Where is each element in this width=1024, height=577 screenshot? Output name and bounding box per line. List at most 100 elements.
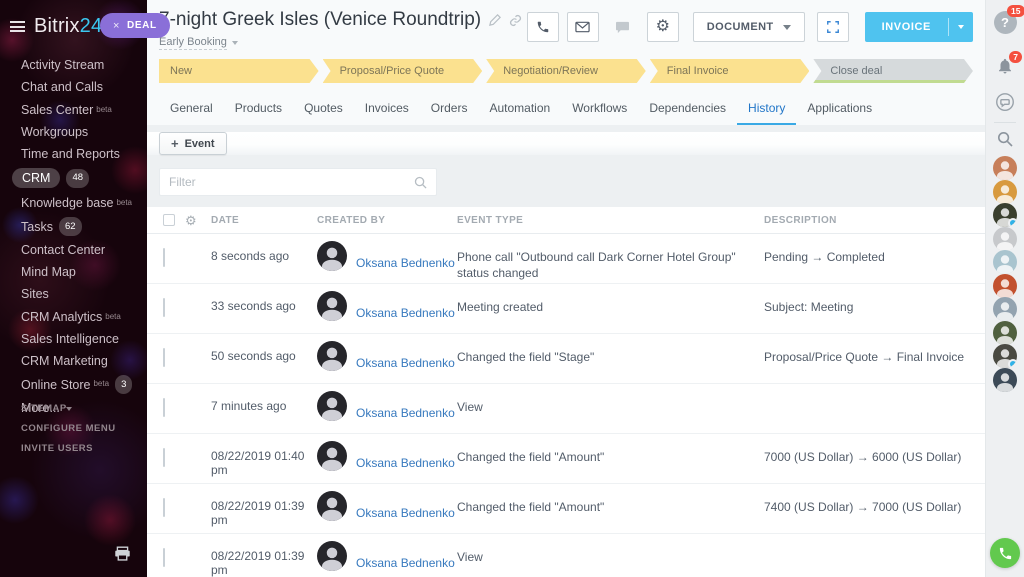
tab-workflows[interactable]: Workflows: [561, 92, 638, 125]
column-event-type[interactable]: EVENT TYPE: [457, 215, 764, 226]
pipeline-stage-negotiation-review[interactable]: Negotiation/Review: [486, 59, 646, 83]
avatar[interactable]: [317, 291, 347, 321]
fullscreen-button[interactable]: [817, 12, 849, 42]
sidebar-item-crm-analytics[interactable]: CRM Analyticsbeta: [0, 305, 147, 328]
row-drag-handle[interactable]: [185, 484, 211, 533]
row-checkbox[interactable]: [163, 298, 165, 317]
sidebar-item-workgroups[interactable]: Workgroups: [0, 121, 147, 143]
rail-avatar[interactable]: [993, 274, 1017, 298]
rail-avatar[interactable]: [993, 344, 1017, 368]
sidebar-item-chat-and-calls[interactable]: Chat and Calls: [0, 76, 147, 98]
network-chat-button[interactable]: [994, 91, 1016, 113]
edit-pencil-icon[interactable]: [489, 14, 501, 26]
notifications-button[interactable]: 7: [996, 57, 1014, 75]
select-all-checkbox[interactable]: [163, 214, 175, 226]
tab-history[interactable]: History: [737, 92, 796, 125]
tab-orders[interactable]: Orders: [420, 92, 479, 125]
sidebar-item-activity-stream[interactable]: Activity Stream: [0, 54, 147, 76]
tab-automation[interactable]: Automation: [478, 92, 561, 125]
table-settings-gear-icon[interactable]: ⚙: [185, 214, 211, 227]
sidebar-item-crm-marketing[interactable]: CRM Marketing: [0, 350, 147, 372]
rail-avatar[interactable]: [993, 297, 1017, 321]
row-drag-handle[interactable]: [185, 284, 211, 333]
sidebar-item-sales-intelligence[interactable]: Sales Intelligence: [0, 328, 147, 350]
add-event-button[interactable]: + Event: [159, 132, 227, 155]
search-icon[interactable]: [414, 176, 427, 189]
printer-icon[interactable]: [114, 546, 131, 567]
sidebar-item-sales-center[interactable]: Sales Centerbeta: [0, 98, 147, 121]
pipeline-stage-close-deal[interactable]: Close deal: [813, 59, 973, 83]
sidebar-item-mind-map[interactable]: Mind Map: [0, 261, 147, 283]
sidebar-item-tasks[interactable]: Tasks62: [0, 214, 147, 239]
user-link[interactable]: Oksana Bednenko: [356, 356, 455, 383]
filter-input[interactable]: [169, 175, 414, 189]
tab-invoices[interactable]: Invoices: [354, 92, 420, 125]
row-drag-handle[interactable]: [185, 384, 211, 433]
filter-box[interactable]: [159, 168, 437, 196]
rail-avatar[interactable]: [993, 250, 1017, 274]
document-button[interactable]: DOCUMENT: [693, 12, 805, 42]
row-drag-handle[interactable]: [185, 434, 211, 483]
avatar[interactable]: [317, 241, 347, 271]
rail-avatar[interactable]: [993, 180, 1017, 204]
rail-avatar[interactable]: [993, 368, 1017, 392]
tab-quotes[interactable]: Quotes: [293, 92, 354, 125]
tab-applications[interactable]: Applications: [796, 92, 883, 125]
sidebar-item-knowledge-base[interactable]: Knowledge basebeta: [0, 191, 147, 214]
pipeline-stage-new[interactable]: New: [159, 59, 319, 83]
row-checkbox[interactable]: [163, 448, 165, 467]
phone-button[interactable]: [527, 12, 559, 42]
tab-products[interactable]: Products: [224, 92, 293, 125]
deal-category-selector[interactable]: Early Booking: [159, 36, 238, 50]
avatar[interactable]: [317, 441, 347, 471]
help-button[interactable]: ? 15: [994, 11, 1017, 34]
rail-avatar[interactable]: [993, 227, 1017, 251]
sidebar-item-contact-center[interactable]: Contact Center: [0, 239, 147, 261]
user-link[interactable]: Oksana Bednenko: [356, 506, 455, 533]
menu-hamburger-icon[interactable]: [10, 21, 25, 32]
column-description[interactable]: DESCRIPTION: [764, 215, 985, 226]
sidebar-item-sites[interactable]: Sites: [0, 283, 147, 305]
chat-button[interactable]: [607, 12, 639, 42]
pipeline-stage-proposal-price-quote[interactable]: Proposal/Price Quote: [323, 59, 483, 83]
rail-avatar[interactable]: [993, 321, 1017, 345]
email-button[interactable]: [567, 12, 599, 42]
user-link[interactable]: Oksana Bednenko: [356, 456, 455, 483]
link-icon[interactable]: [509, 14, 522, 27]
sidebar-item-time-and-reports[interactable]: Time and Reports: [0, 143, 147, 165]
avatar[interactable]: [317, 541, 347, 571]
user-link[interactable]: Oksana Bednenko: [356, 406, 455, 433]
row-drag-handle[interactable]: [185, 334, 211, 383]
configure-menu-link[interactable]: CONFIGURE MENU: [21, 423, 116, 434]
user-link[interactable]: Oksana Bednenko: [356, 256, 455, 283]
row-drag-handle[interactable]: [185, 534, 211, 577]
row-checkbox[interactable]: [163, 348, 165, 367]
deal-badge-button[interactable]: × DEAL: [100, 13, 170, 38]
settings-button[interactable]: ⚙: [647, 12, 679, 42]
sitemap-link[interactable]: SITEMAP: [21, 403, 116, 414]
call-button[interactable]: [990, 538, 1020, 568]
sidebar-item-crm[interactable]: CRM48: [0, 165, 147, 191]
row-checkbox[interactable]: [163, 548, 165, 567]
invoice-button[interactable]: INVOICE: [865, 12, 973, 42]
row-drag-handle[interactable]: [185, 234, 211, 283]
avatar[interactable]: [317, 491, 347, 521]
invoice-dropdown-button[interactable]: [949, 12, 973, 42]
row-checkbox[interactable]: [163, 498, 165, 517]
tab-general[interactable]: General: [159, 92, 224, 125]
tab-dependencies[interactable]: Dependencies: [638, 92, 737, 125]
sidebar-item-online-store[interactable]: Online Storebeta3: [0, 372, 147, 397]
column-created-by[interactable]: CREATED BY: [317, 215, 457, 226]
row-checkbox[interactable]: [163, 398, 165, 417]
close-icon[interactable]: ×: [113, 20, 120, 32]
rail-search-button[interactable]: [997, 131, 1013, 147]
rail-avatar[interactable]: [993, 203, 1017, 227]
avatar[interactable]: [317, 341, 347, 371]
pipeline-stage-final-invoice[interactable]: Final Invoice: [650, 59, 810, 83]
user-link[interactable]: Oksana Bednenko: [356, 556, 455, 577]
row-checkbox[interactable]: [163, 248, 165, 267]
invite-users-link[interactable]: INVITE USERS: [21, 443, 116, 454]
rail-avatar[interactable]: [993, 156, 1017, 180]
avatar[interactable]: [317, 391, 347, 421]
column-date[interactable]: DATE: [211, 215, 317, 226]
